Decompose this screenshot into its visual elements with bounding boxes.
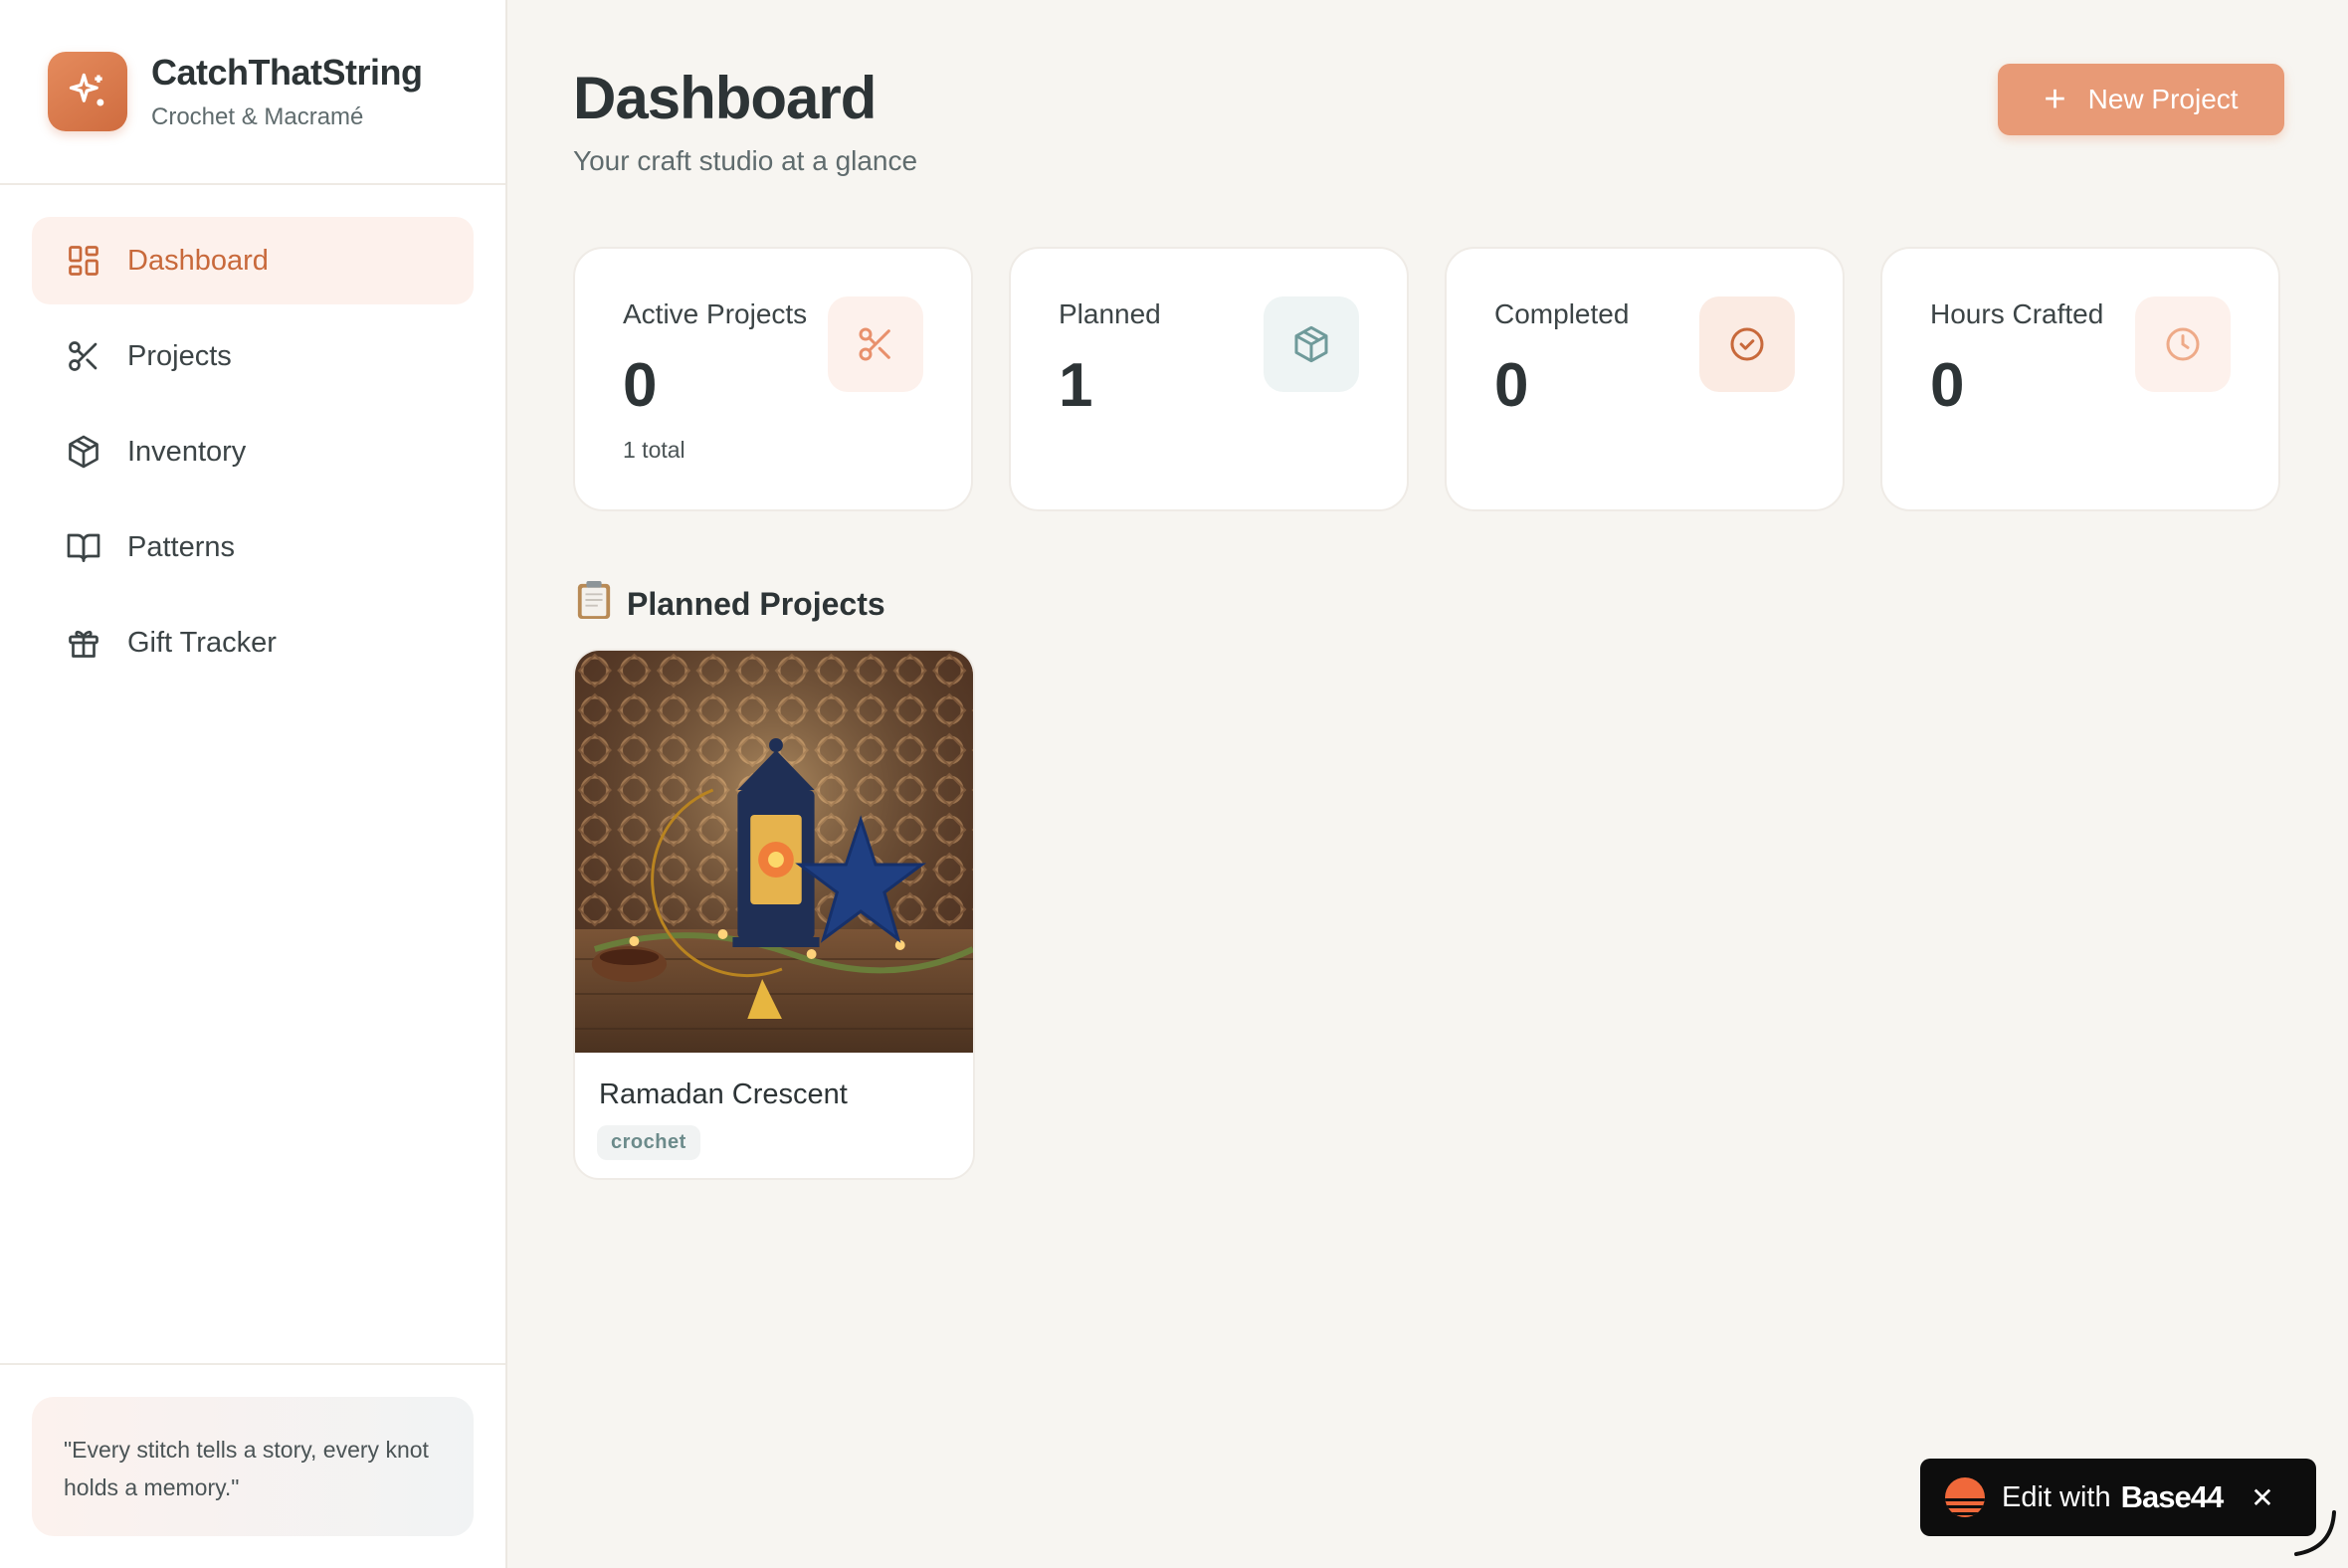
sidebar-item-label: Inventory [127, 435, 247, 468]
sidebar-item-label: Gift Tracker [127, 626, 277, 659]
sidebar-item-label: Projects [127, 339, 232, 372]
planned-projects-heading: Planned Projects [575, 579, 885, 629]
package-icon [64, 432, 103, 472]
inspiration-quote: "Every stitch tells a story, every knot … [32, 1397, 474, 1536]
sidebar-item-label: Patterns [127, 530, 235, 563]
brand-subtitle: Crochet & Macramé [151, 103, 364, 130]
stats-row: Active Projects 0 1 total Planned 1 Comp… [573, 247, 2280, 511]
check-circle-icon [1699, 296, 1795, 392]
page-title: Dashboard [573, 65, 877, 131]
stat-card-hours-crafted: Hours Crafted 0 [1880, 247, 2280, 511]
project-name: Ramadan Crescent [599, 1078, 848, 1110]
brand-title: CatchThatString [151, 52, 423, 93]
sidebar-item-patterns[interactable]: Patterns [32, 503, 474, 591]
book-open-icon [64, 527, 103, 567]
scissors-icon [64, 336, 103, 376]
sidebar-item-dashboard[interactable]: Dashboard [32, 217, 474, 304]
new-project-button[interactable]: + New Project [1998, 64, 2284, 135]
base44-logo-icon [1945, 1477, 1985, 1517]
sidebar-item-label: Dashboard [127, 244, 269, 277]
section-title-text: Planned Projects [627, 585, 885, 622]
scissors-icon [828, 296, 923, 392]
plus-icon: + [2044, 79, 2066, 120]
gift-icon [64, 623, 103, 663]
badge-text: Edit with [2002, 1480, 2111, 1513]
stat-note: 1 total [623, 437, 685, 463]
stat-card-completed: Completed 0 [1445, 247, 1845, 511]
clock-icon [2135, 296, 2231, 392]
badge-brand: Base44 [2120, 1479, 2225, 1514]
page-subtitle: Your craft studio at a glance [573, 145, 918, 176]
close-icon[interactable]: ✕ [2250, 1481, 2273, 1514]
brand-header: CatchThatString Crochet & Macramé [0, 0, 505, 185]
sparkles-icon [48, 52, 127, 131]
quote-section: "Every stitch tells a story, every knot … [0, 1363, 505, 1568]
sidebar-nav: Dashboard Projects Inventory Patterns Gi… [0, 185, 505, 686]
package-icon [1264, 296, 1359, 392]
project-card[interactable]: Ramadan Crescent crochet [573, 649, 975, 1180]
project-tag: crochet [597, 1125, 700, 1160]
stat-card-active-projects: Active Projects 0 1 total [573, 247, 973, 511]
edit-with-base44-badge[interactable]: Edit with Base44 ✕ [1920, 1459, 2316, 1536]
project-image [575, 651, 973, 1053]
sidebar-item-projects[interactable]: Projects [32, 312, 474, 400]
stat-card-planned: Planned 1 [1009, 247, 1409, 511]
main-content: Dashboard Your craft studio at a glance … [509, 0, 2348, 1568]
resize-handle-icon [2294, 1510, 2336, 1556]
clipboard-icon [575, 579, 613, 629]
new-project-label: New Project [2087, 84, 2239, 114]
sidebar: CatchThatString Crochet & Macramé Dashbo… [0, 0, 507, 1568]
sidebar-item-inventory[interactable]: Inventory [32, 408, 474, 495]
sidebar-item-gift-tracker[interactable]: Gift Tracker [32, 599, 474, 686]
grid-icon [64, 241, 103, 281]
